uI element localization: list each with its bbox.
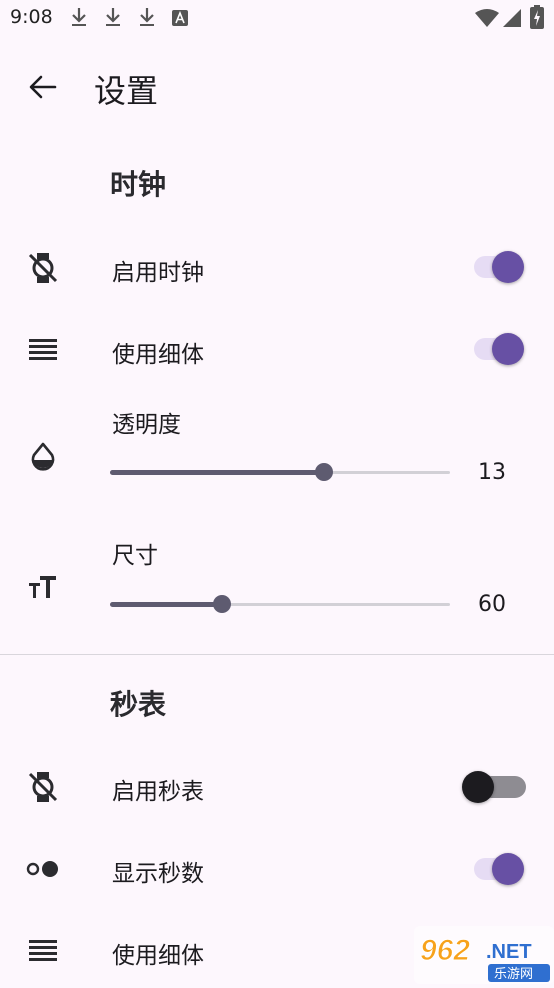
svg-text:962: 962 (420, 934, 470, 967)
watermark-logo: 962 .NET 乐游网 (414, 926, 554, 984)
size-slider-thumb[interactable] (213, 595, 232, 613)
signal-icon (503, 9, 521, 27)
page-title: 设置 (94, 72, 159, 110)
download-icon (106, 8, 120, 26)
size-value: 60 (478, 592, 506, 617)
svg-text:乐游网: 乐游网 (494, 967, 533, 982)
download-icon (72, 8, 86, 26)
section-title-clock: 时钟 (110, 168, 167, 201)
status-time: 9:08 (10, 6, 53, 28)
lines-icon (29, 940, 57, 961)
svg-text:.NET: .NET (486, 941, 532, 963)
setting-label: 使用细体 (112, 943, 204, 969)
setting-label: 启用秒表 (112, 779, 204, 805)
enable-clock-switch[interactable] (472, 250, 526, 284)
setting-label: 启用时钟 (112, 260, 204, 286)
section-divider (0, 654, 554, 655)
download-icon (140, 8, 154, 26)
opacity-slider-fill (110, 470, 325, 475)
opacity-slider-thumb[interactable] (315, 463, 334, 481)
setting-label: 使用细体 (112, 342, 204, 368)
setting-label: 显示秒数 (112, 861, 204, 887)
watch-off-icon (28, 253, 58, 283)
section-title-stopwatch: 秒表 (110, 688, 167, 721)
opacity-value: 13 (478, 460, 506, 485)
font-icon (172, 10, 188, 26)
arrow-back-icon[interactable] (26, 70, 60, 104)
size-slider-fill (110, 602, 223, 607)
text-size-icon (29, 576, 56, 598)
setting-label: 透明度 (112, 412, 181, 438)
opacity-icon (31, 442, 55, 471)
size-slider[interactable] (110, 592, 450, 616)
app-bar: 设置 (0, 52, 554, 122)
setting-label: 尺寸 (112, 543, 158, 569)
show-seconds-switch[interactable] (472, 852, 526, 886)
watch-off-icon (28, 772, 58, 802)
wifi-icon (475, 9, 499, 27)
opacity-slider[interactable] (110, 460, 450, 484)
watermark-graphic: 962 .NET 乐游网 (414, 926, 554, 984)
lines-icon (29, 339, 57, 360)
clock-thin-font-switch[interactable] (472, 332, 526, 366)
status-bar: 9:08 (0, 0, 554, 40)
dots-icon (26, 861, 58, 877)
enable-stopwatch-switch[interactable] (462, 770, 526, 804)
battery-charging-icon (530, 5, 544, 29)
